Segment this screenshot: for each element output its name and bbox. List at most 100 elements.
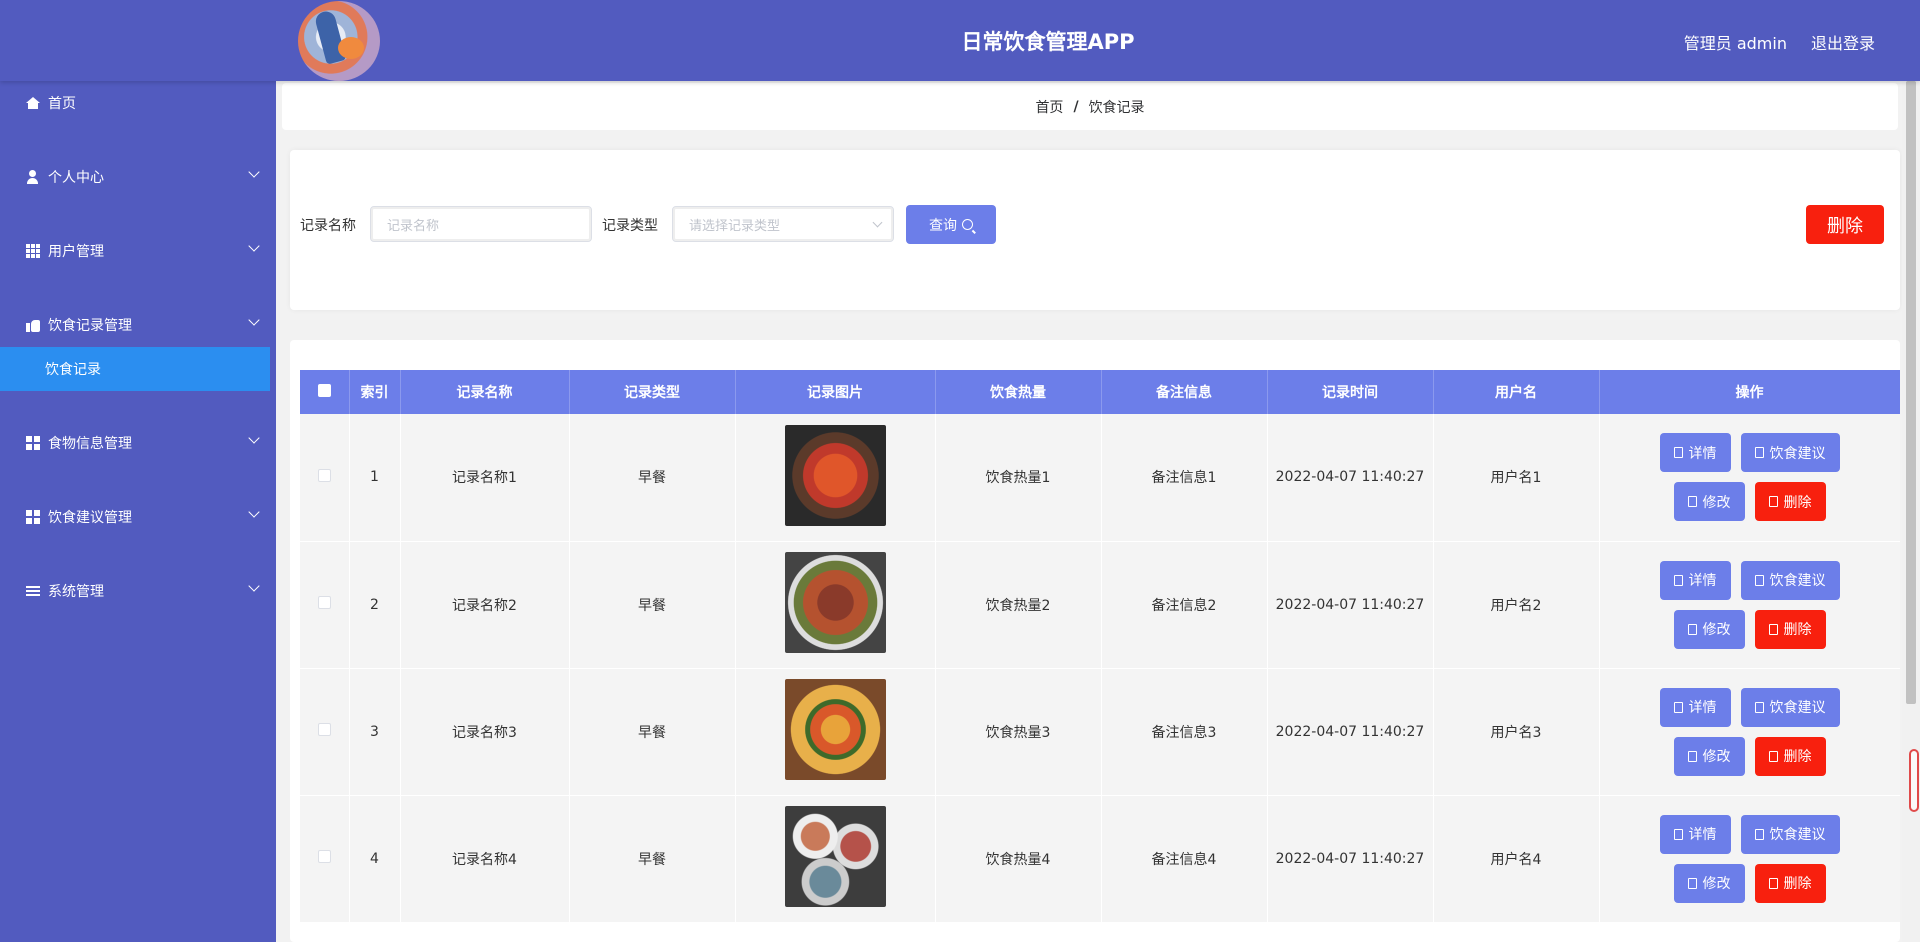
edit-icon	[1687, 877, 1697, 889]
chevron-down-icon	[248, 580, 260, 592]
logout-button[interactable]: 退出登录	[1811, 30, 1875, 54]
record-type-label: 记录类型	[602, 218, 658, 234]
scrollbar-thumb[interactable]	[1906, 81, 1916, 704]
apps-icon	[26, 436, 40, 450]
top-header: 日常饮食管理APP 管理员 admin 退出登录	[0, 0, 1920, 81]
edit-icon	[1687, 496, 1697, 508]
food-image-pizza[interactable]	[784, 679, 886, 780]
delete-button[interactable]: 删除	[1754, 863, 1826, 903]
delete-label: 删除	[1783, 494, 1812, 511]
thumb-icon	[26, 318, 40, 332]
delete-button[interactable]: 删除	[1754, 482, 1826, 522]
records-table-panel: 索引 记录名称 记录类型 记录图片 饮食热量 备注信息 记录时间 用户名 操作 …	[290, 340, 1900, 942]
detail-button[interactable]: 详情	[1659, 687, 1731, 727]
advice-button[interactable]: 饮食建议	[1740, 433, 1840, 473]
record-name-input[interactable]: 记录名称	[370, 206, 592, 242]
edit-icon	[1687, 623, 1697, 635]
cell-name: 记录名称1	[400, 414, 570, 542]
delete-label: 删除	[1783, 622, 1812, 638]
row-checkbox[interactable]	[317, 468, 331, 482]
admin-label: 管理员 admin	[1683, 34, 1787, 53]
cell-time: 2022-04-07 11:40:27	[1267, 668, 1434, 796]
side-scroll-handle[interactable]	[1909, 749, 1919, 812]
food-image-stir-fry[interactable]	[784, 552, 886, 653]
detail-button[interactable]: 详情	[1659, 433, 1731, 473]
chevron-down-icon	[248, 240, 260, 252]
trash-icon	[1768, 877, 1778, 889]
document-icon	[1754, 447, 1764, 459]
query-button-label: 查询	[929, 217, 957, 234]
select-all-checkbox[interactable]	[317, 383, 331, 397]
sidebar-item-personal-center[interactable]: 个人中心	[0, 155, 276, 199]
detail-button[interactable]: 详情	[1659, 560, 1731, 600]
sidebar-item-diet-record-management[interactable]: 饮食记录管理	[0, 303, 276, 347]
document-icon	[1673, 574, 1683, 586]
column-header: 饮食热量	[935, 370, 1102, 414]
sidebar-item-system-management[interactable]: 系统管理	[0, 569, 276, 613]
breadcrumb: 首页 / 饮食记录	[282, 83, 1898, 130]
search-icon	[962, 219, 973, 230]
advice-button[interactable]: 饮食建议	[1740, 814, 1840, 854]
trash-icon	[1768, 623, 1778, 635]
sidebar-subitem-diet-record[interactable]: 饮食记录	[0, 347, 270, 391]
cell-calories: 饮食热量3	[935, 668, 1102, 796]
document-icon	[1754, 574, 1764, 586]
chevron-down-icon	[248, 432, 260, 444]
cell-user: 用户名1	[1433, 414, 1600, 542]
edit-button[interactable]: 修改	[1673, 863, 1745, 903]
sidebar-item-label: 首页	[48, 96, 76, 112]
sidebar-item-user-management[interactable]: 用户管理	[0, 229, 276, 273]
document-icon	[1754, 701, 1764, 713]
select-all-header	[300, 370, 350, 414]
column-header: 索引	[349, 370, 401, 414]
record-type-select[interactable]: 请选择记录类型	[672, 206, 894, 242]
cell-name: 记录名称2	[400, 541, 570, 669]
cell-name: 记录名称3	[400, 668, 570, 796]
sidebar-item-diet-advice-management[interactable]: 饮食建议管理	[0, 495, 276, 539]
food-image-crab[interactable]	[784, 424, 886, 526]
table-row: 2 记录名称2 早餐 饮食热量2 备注信息2 2022-04-07 11:40:…	[300, 541, 1900, 669]
table-row: 3 记录名称3 早餐 饮食热量3 备注信息3 2022-04-07 11:40:…	[300, 668, 1900, 796]
edit-label: 修改	[1702, 494, 1731, 511]
edit-icon	[1687, 750, 1697, 762]
cell-index: 2	[349, 541, 401, 669]
page-scrollbar[interactable]	[1902, 81, 1920, 942]
advice-button[interactable]: 饮食建议	[1740, 687, 1840, 727]
table-header-row: 索引 记录名称 记录类型 记录图片 饮食热量 备注信息 记录时间 用户名 操作	[300, 370, 1900, 414]
row-checkbox[interactable]	[317, 850, 331, 863]
sidebar-item-label: 饮食建议管理	[48, 510, 132, 526]
sidebar-item-home[interactable]: 首页	[0, 81, 276, 125]
edit-button[interactable]: 修改	[1673, 609, 1745, 649]
cell-time: 2022-04-07 11:40:27	[1267, 414, 1434, 542]
column-header: 备注信息	[1101, 370, 1268, 414]
column-header: 操作	[1599, 370, 1900, 414]
detail-button[interactable]: 详情	[1659, 814, 1731, 854]
delete-button[interactable]: 删除	[1754, 609, 1826, 649]
breadcrumb-home[interactable]: 首页	[1035, 97, 1063, 117]
user-icon	[26, 170, 40, 184]
edit-button[interactable]: 修改	[1673, 736, 1745, 776]
cell-user: 用户名2	[1433, 541, 1600, 669]
detail-label: 详情	[1688, 700, 1717, 716]
advice-label: 饮食建议	[1769, 700, 1826, 716]
delete-button[interactable]: 删除	[1754, 736, 1826, 776]
row-checkbox[interactable]	[317, 596, 331, 609]
food-image-bowls[interactable]	[784, 806, 886, 907]
batch-delete-button[interactable]: 删除	[1806, 205, 1884, 244]
trash-icon	[1768, 496, 1778, 508]
row-checkbox[interactable]	[317, 723, 331, 736]
column-header: 用户名	[1433, 370, 1600, 414]
query-button[interactable]: 查询	[906, 205, 996, 244]
sidebar-item-label: 个人中心	[48, 170, 104, 186]
cell-note: 备注信息4	[1101, 795, 1268, 923]
sidebar-item-food-info-management[interactable]: 食物信息管理	[0, 421, 276, 465]
breadcrumb-separator: /	[1073, 98, 1079, 115]
chevron-down-icon	[872, 217, 883, 228]
records-table: 索引 记录名称 记录类型 记录图片 饮食热量 备注信息 记录时间 用户名 操作 …	[300, 370, 1900, 923]
edit-label: 修改	[1702, 749, 1731, 765]
sidebar-item-label: 食物信息管理	[48, 436, 132, 452]
advice-button[interactable]: 饮食建议	[1740, 560, 1840, 600]
cell-type: 早餐	[569, 668, 736, 796]
sidebar-item-label: 饮食记录管理	[48, 318, 132, 334]
edit-button[interactable]: 修改	[1673, 482, 1745, 522]
